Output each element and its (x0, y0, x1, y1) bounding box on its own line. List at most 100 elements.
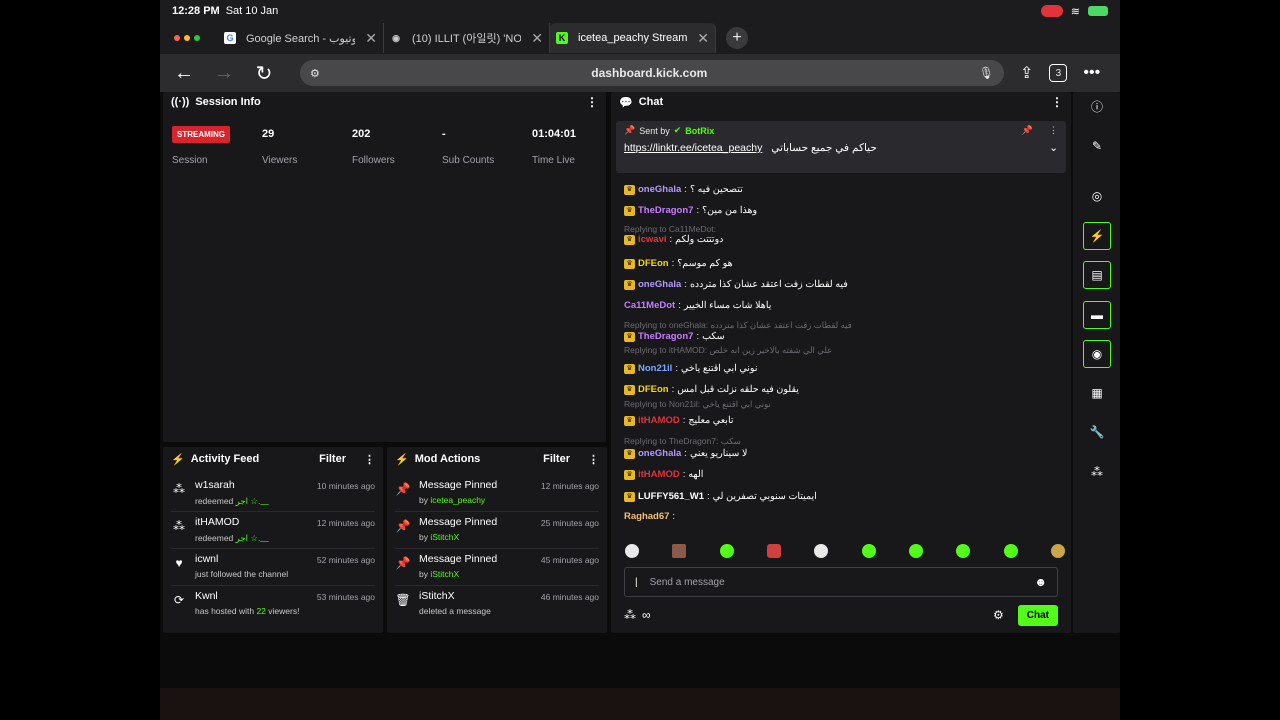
chat-message[interactable]: ♛ oneGhala: تتصحين فيه ؟ (624, 184, 743, 195)
kick-dashboard: ((·)) Session Info ⋮ STREAMING Session 2… (160, 92, 1120, 635)
tab-kick[interactable]: K icetea_peachy Stream - Kick ✕ (550, 23, 716, 53)
chat-message[interactable]: ♛ itHAMOD: تابعي معليج (624, 415, 733, 426)
send-chat-button[interactable]: Chat (1017, 604, 1058, 626)
stack-icon[interactable]: ▦ (1083, 379, 1111, 407)
window-controls[interactable] (174, 35, 200, 41)
chat-username[interactable]: oneGhala (638, 184, 681, 195)
chat-message[interactable]: ♛ Non21il: نوني ابي اقتنع ياخي (624, 363, 758, 374)
kebab-menu-icon[interactable]: ⋮ (1049, 125, 1058, 136)
chat-message[interactable]: ♛ DFEon: يقلون فيه حلقه نزلت قبل امس (624, 384, 799, 395)
close-icon[interactable]: ✕ (531, 30, 543, 47)
chat-message[interactable]: ♛ oneGhala: فيه لقطات زفت اعتقد عشان كذا م… (624, 279, 848, 290)
emote-icon[interactable] (861, 544, 876, 558)
chat-username[interactable]: Ca11MeDot (624, 300, 675, 311)
notes-icon[interactable]: ▤ (1083, 261, 1111, 289)
reload-icon[interactable]: ↻ (252, 61, 276, 86)
activity-user[interactable]: w1sarah (195, 479, 309, 491)
points-icon[interactable]: ⁂ (1083, 458, 1111, 486)
tab-youtube[interactable]: ◉ (10) ILLIT (아일릿) 'NOT CUTE ANYMORE' ✕ (384, 23, 550, 53)
activity-user[interactable]: icwnl (195, 553, 309, 565)
chat-username[interactable]: LUFFY561_W1 (638, 491, 704, 502)
chat-username[interactable]: Raghad67 (624, 511, 669, 522)
activity-user[interactable]: Kwnl (195, 590, 309, 602)
chat-input[interactable]: | Send a message ☻ (624, 567, 1058, 597)
mod-action-user[interactable]: iStitchX (430, 532, 459, 542)
emote-icon[interactable] (672, 544, 687, 558)
pinned-link[interactable]: https://linktr.ee/icetea_peachy (624, 142, 762, 154)
chevron-down-icon[interactable]: ⌄ (1049, 142, 1058, 154)
chat-username[interactable]: TheDragon7 (638, 205, 693, 216)
kebab-menu-icon[interactable]: ⋮ (586, 95, 598, 109)
activity-item: ⟳ Kwnl has hosted with 22 viewers! 53 mi… (171, 586, 375, 623)
chat-message[interactable]: ♛ itHAMOD: الهه (624, 469, 703, 480)
emote-icon[interactable] (766, 544, 781, 558)
emote-icon[interactable] (814, 544, 829, 558)
kebab-menu-icon[interactable]: ⋮ (588, 453, 599, 466)
chat-bubble-icon[interactable]: ▬ (1083, 301, 1111, 329)
lightning-icon[interactable]: ⚡ (1083, 222, 1111, 250)
chat-text: ياهلا شات مساء الخيير (683, 300, 772, 311)
chat-message[interactable]: Raghad67: (624, 511, 678, 522)
close-icon[interactable]: ✕ (697, 30, 709, 47)
points-icon[interactable]: ⁂ (624, 608, 636, 622)
pinned-user[interactable]: BotRix (685, 126, 714, 136)
gear-icon[interactable]: ⚙ (993, 608, 1004, 622)
microphone-icon[interactable]: 🎙 (979, 66, 994, 80)
chat-username[interactable]: itHAMOD (638, 415, 680, 426)
chat-message[interactable]: ♛ TheDragon7: سكب (624, 331, 725, 342)
new-tab-button[interactable]: + (726, 27, 748, 49)
emote-icon[interactable] (719, 544, 734, 558)
broadcast-icon[interactable]: ◉ (1083, 340, 1111, 368)
activity-time: 53 minutes ago (316, 592, 375, 602)
kebab-menu-icon[interactable]: ⋮ (364, 453, 375, 466)
more-icon[interactable]: ••• (1083, 64, 1100, 82)
emoji-icon[interactable]: ☻ (1034, 575, 1047, 589)
chat-username[interactable]: icwavi (638, 234, 667, 245)
chat-username[interactable]: Non21il (638, 363, 672, 374)
mod-action-title: Message Pinned (419, 479, 498, 491)
mod-action-item: 🗑 iStitchX deleted a message 46 minutes … (395, 586, 599, 623)
screenshot-icon[interactable]: ◎ (1083, 182, 1111, 210)
chat-username[interactable]: oneGhala (638, 448, 681, 459)
mod-action-title[interactable]: iStitchX (419, 590, 533, 602)
emote-icon[interactable] (956, 544, 971, 558)
wrench-icon[interactable]: 🔧 (1083, 418, 1111, 446)
close-icon[interactable]: ✕ (365, 30, 377, 47)
chat-message[interactable]: ♛ DFEon: هو كم موسم؟ (624, 258, 733, 269)
emote-icon[interactable] (1003, 544, 1018, 558)
back-arrow-icon[interactable]: ← (172, 62, 196, 85)
url-field[interactable]: ⚙ dashboard.kick.com 🎙 (300, 60, 1004, 86)
reply-context: Replying to TheDragon7: سكب (624, 436, 741, 446)
edit-icon[interactable]: ✎ (1083, 132, 1111, 160)
forward-arrow-icon[interactable]: → (212, 62, 236, 85)
chat-message[interactable]: ♛ icwavi: دوتتتت ولكم (624, 234, 723, 245)
chat-username[interactable]: DFEon (638, 384, 669, 395)
mod-action-user[interactable]: icetea_peachy (430, 495, 485, 505)
chat-separator: : (682, 415, 686, 426)
tab-count-button[interactable]: 3 (1049, 64, 1068, 82)
chat-message[interactable]: ♛ LUFFY561_W1: ايميتات سنوبي تصفرين لي (624, 491, 817, 502)
chat-message[interactable]: ♛ oneGhala: لا سيناريو يعني (624, 448, 747, 459)
chat-username[interactable]: DFEon (638, 258, 669, 269)
filter-button[interactable]: Filter (543, 453, 570, 465)
chat-message[interactable]: ♛ TheDragon7: وهذا من مين؟ (624, 205, 757, 216)
unpin-icon[interactable]: 📌 (1022, 125, 1033, 136)
info-icon[interactable]: ⓘ (1083, 92, 1111, 120)
pinned-message[interactable]: 📌 Sent by ✔ BotRix 📌 ⋮ https://linktr.ee/… (616, 121, 1066, 173)
emote-icon[interactable] (1050, 544, 1065, 558)
chat-username[interactable]: itHAMOD (638, 469, 680, 480)
share-icon[interactable]: ⇪ (1020, 63, 1033, 83)
activity-user[interactable]: itHAMOD (195, 516, 309, 528)
site-settings-icon[interactable]: ⚙ (310, 67, 320, 80)
kebab-menu-icon[interactable]: ⋮ (1051, 95, 1063, 109)
mod-action-user[interactable]: iStitchX (430, 569, 459, 579)
chat-username[interactable]: TheDragon7 (638, 331, 693, 342)
emote-icon[interactable] (908, 544, 923, 558)
chat-input-placeholder: Send a message (649, 576, 725, 588)
chat-username[interactable]: oneGhala (638, 279, 681, 290)
chat-message[interactable]: Ca11MeDot: ياهلا شات مساء الخيير (624, 300, 771, 311)
tab-label: icetea_peachy Stream - Kick (578, 32, 688, 44)
tab-google[interactable]: G Google Search - يوتيوب ✕ (218, 23, 384, 53)
emote-icon[interactable] (625, 544, 639, 558)
filter-button[interactable]: Filter (319, 453, 346, 465)
